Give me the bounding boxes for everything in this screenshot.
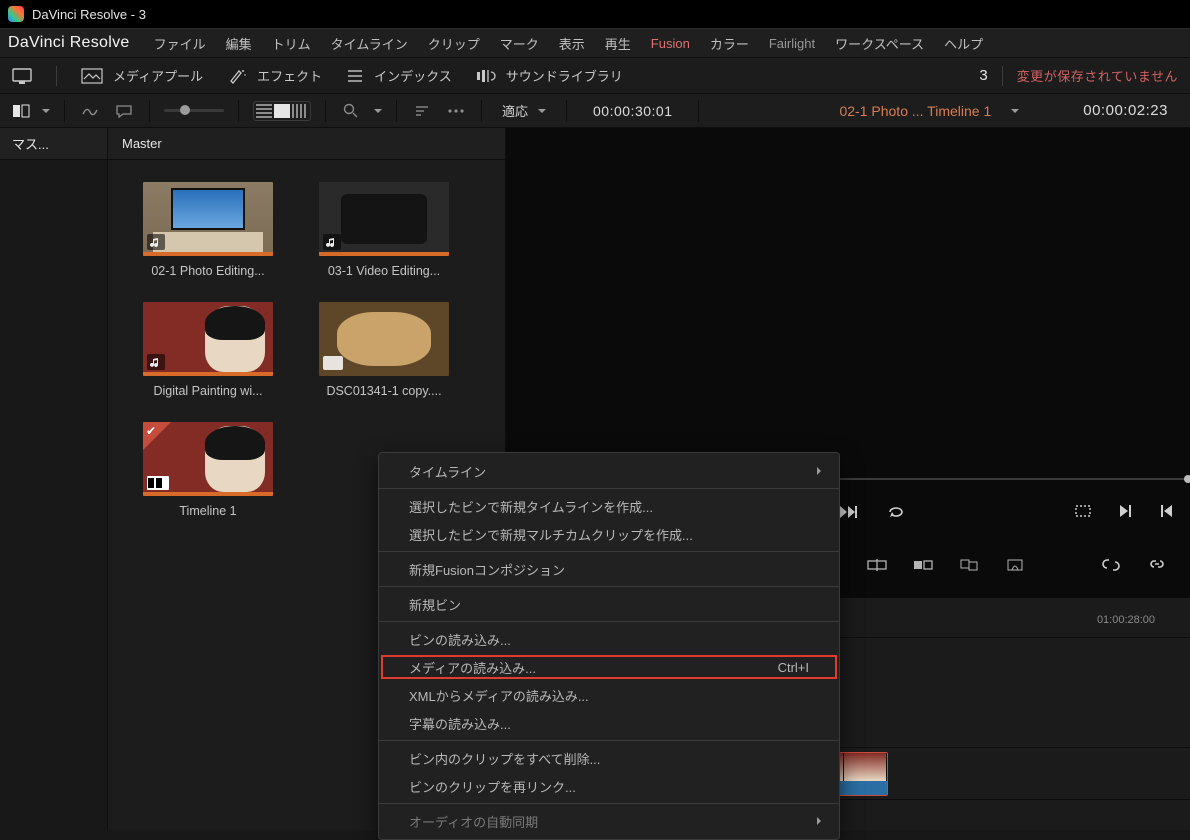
go-end-icon[interactable] — [1114, 500, 1136, 522]
clip-label: 02-1 Photo Editing... — [138, 264, 278, 278]
graph-icon[interactable] — [79, 100, 101, 122]
ctx-new-bin[interactable]: 新規ビン — [379, 590, 839, 618]
ctx-timeline-submenu[interactable]: タイムライン — [379, 457, 839, 485]
audio-icon — [323, 234, 341, 250]
clip-thumbnail[interactable] — [143, 302, 273, 376]
link-icon[interactable] — [1144, 552, 1170, 578]
fit-select[interactable]: 適応 — [496, 101, 552, 120]
overwrite-icon[interactable] — [910, 552, 936, 578]
clip-label: 03-1 Video Editing... — [314, 264, 454, 278]
tab-index[interactable]: インデックス — [346, 66, 452, 85]
menu-workspace[interactable]: ワークスペース — [835, 34, 924, 53]
record-timecode: 00:00:02:23 — [1071, 102, 1180, 119]
sort-icon[interactable] — [411, 100, 433, 122]
audio-icon — [147, 234, 165, 250]
menu-playback[interactable]: 再生 — [605, 34, 631, 53]
clip-item[interactable]: 03-1 Video Editing... — [314, 182, 454, 278]
ctx-import-media[interactable]: メディアの読み込み...Ctrl+I — [379, 653, 839, 681]
ruler-label: 01:00:28:00 — [1097, 614, 1155, 626]
clip-item[interactable]: 02-1 Photo Editing... — [138, 182, 278, 278]
divider — [56, 66, 57, 86]
menu-timeline[interactable]: タイムライン — [331, 34, 408, 53]
ctx-new-fusion-comp[interactable]: 新規Fusionコンポジション — [379, 555, 839, 583]
tab-sound-library[interactable]: サウンドライブラリ — [476, 66, 623, 85]
image-icon — [323, 356, 343, 370]
tab-index-label: インデックス — [374, 66, 452, 85]
ctx-auto-sync-audio[interactable]: オーディオの自動同期 — [379, 807, 839, 835]
clip-thumbnail[interactable] — [143, 182, 273, 256]
ctx-delete-all-clips[interactable]: ビン内のクリップをすべて削除... — [379, 744, 839, 772]
more-icon[interactable] — [445, 100, 467, 122]
active-timeline-name[interactable]: 02-1 Photo ... Timeline 1 — [831, 103, 999, 119]
clip-item[interactable]: Digital Painting wi... — [138, 302, 278, 398]
ctx-new-timeline-from-bin[interactable]: 選択したビンで新規タイムラインを作成... — [379, 492, 839, 520]
clip-thumbnail[interactable] — [319, 302, 449, 376]
clip-thumbnail[interactable] — [319, 182, 449, 256]
menu-fusion[interactable]: Fusion — [651, 36, 690, 51]
source-timecode: 00:00:30:01 — [581, 103, 684, 119]
search-icon[interactable] — [340, 100, 362, 122]
search-dropdown-icon[interactable] — [374, 109, 382, 117]
timeline-dropdown-icon[interactable] — [1011, 109, 1019, 117]
ctx-import-xml-media[interactable]: XMLからメディアの読み込み... — [379, 681, 839, 709]
app-logo — [8, 6, 24, 22]
layout-dropdown-icon[interactable] — [42, 109, 50, 117]
menu-fairlight[interactable]: Fairlight — [769, 36, 815, 51]
clip-thumbnail[interactable]: ✔ — [143, 422, 273, 496]
menu-edit[interactable]: 編集 — [226, 34, 252, 53]
view-mode-toggle[interactable] — [253, 101, 311, 121]
menu-view[interactable]: 表示 — [559, 34, 585, 53]
used-badge: ✔ — [143, 422, 171, 450]
unlink-icon[interactable] — [1098, 552, 1124, 578]
clip-label: Digital Painting wi... — [138, 384, 278, 398]
tab-media-pool[interactable]: メディアプール — [81, 66, 203, 85]
secondary-toolbar: 適応 00:00:30:01 02-1 Photo ... Timeline 1… — [0, 94, 1190, 128]
timeline-icon — [147, 476, 169, 490]
title-bar: DaVinci Resolve - 3 — [0, 0, 1190, 28]
layout-presets-icon[interactable] — [12, 68, 32, 84]
divider — [1002, 66, 1003, 86]
unsaved-warning: 変更が保存されていません — [1017, 66, 1178, 85]
ctx-relink-clips[interactable]: ビンのクリップを再リンク... — [379, 772, 839, 800]
transport-right — [1072, 500, 1178, 522]
clip-item-timeline[interactable]: ✔ Timeline 1 — [138, 422, 278, 518]
menu-help[interactable]: ヘルプ — [944, 34, 983, 53]
ctx-shortcut: Ctrl+I — [778, 660, 809, 675]
workspace-bar: メディアプール エフェクト インデックス サウンドライブラリ 3 変更が保存され… — [0, 58, 1190, 94]
go-start-icon[interactable] — [1156, 500, 1178, 522]
context-menu: タイムライン 選択したビンで新規タイムラインを作成... 選択したビンで新規マル… — [378, 452, 840, 840]
fit-to-fill-icon[interactable] — [1002, 552, 1028, 578]
bin-sidebar: マス... — [0, 128, 108, 830]
ctx-import-bin[interactable]: ビンの読み込み... — [379, 625, 839, 653]
tab-media-pool-label: メディアプール — [113, 66, 203, 85]
thumbnail-zoom-slider[interactable] — [164, 109, 224, 112]
comment-icon[interactable] — [113, 100, 135, 122]
clip-label: Timeline 1 — [138, 504, 278, 518]
clip-label: DSC01341-1 copy.... — [314, 384, 454, 398]
pool-breadcrumb[interactable]: Master — [108, 128, 505, 160]
menu-file[interactable]: ファイル — [154, 34, 206, 53]
menu-bar: DaVinci Resolve ファイル 編集 トリム タイムライン クリップ … — [0, 28, 1190, 58]
insert-icon[interactable] — [864, 552, 890, 578]
scrub-knob[interactable] — [1184, 475, 1190, 483]
menu-clip[interactable]: クリップ — [428, 34, 480, 53]
clip-item[interactable]: DSC01341-1 copy.... — [314, 302, 454, 398]
tab-effects-label: エフェクト — [257, 66, 322, 85]
ctx-new-multicam-from-bin[interactable]: 選択したビンで新規マルチカムクリップを作成... — [379, 520, 839, 548]
layout-split-icon[interactable] — [10, 100, 32, 122]
menu-color[interactable]: カラー — [710, 34, 749, 53]
replace-icon[interactable] — [956, 552, 982, 578]
tab-sound-library-label: サウンドライブラリ — [506, 66, 623, 85]
ctx-import-subtitles[interactable]: 字幕の読み込み... — [379, 709, 839, 737]
audio-icon — [147, 354, 165, 370]
brand-label: DaVinci Resolve — [8, 34, 130, 52]
match-frame-icon[interactable] — [1072, 500, 1094, 522]
bin-master-tab[interactable]: マス... — [0, 128, 107, 160]
window-title: DaVinci Resolve - 3 — [32, 7, 146, 22]
menu-trim[interactable]: トリム — [272, 34, 311, 53]
loop-icon[interactable] — [884, 500, 908, 524]
tab-effects[interactable]: エフェクト — [227, 66, 322, 85]
menu-mark[interactable]: マーク — [500, 34, 539, 53]
project-number: 3 — [979, 67, 987, 84]
